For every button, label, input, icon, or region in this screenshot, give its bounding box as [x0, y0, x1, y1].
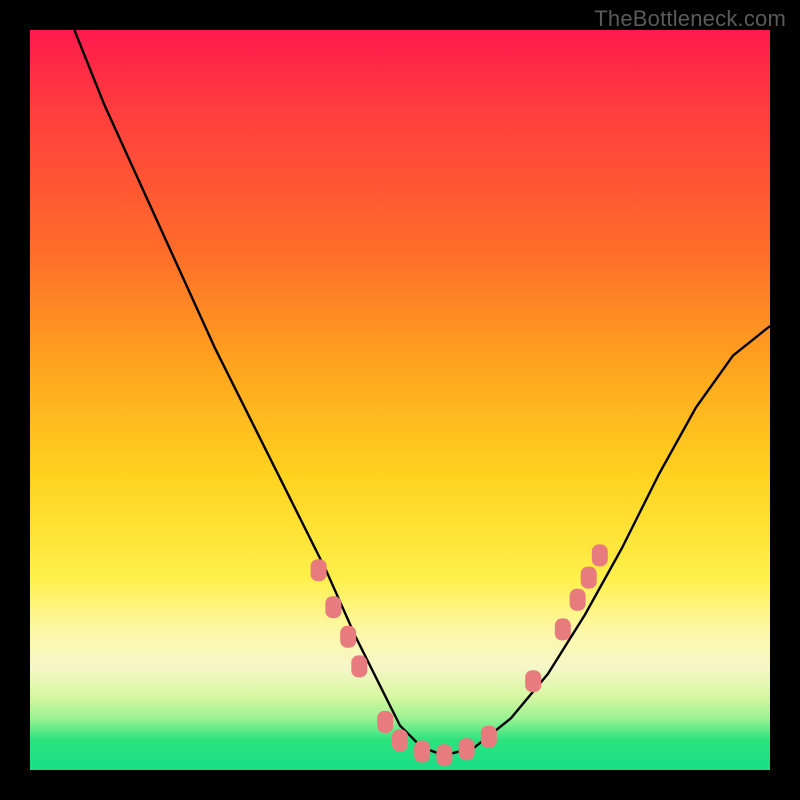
highlight-dot — [592, 544, 608, 566]
highlight-dot — [414, 741, 430, 763]
chart-frame: TheBottleneck.com — [0, 0, 800, 800]
highlight-dot — [377, 711, 393, 733]
highlight-dot — [392, 729, 408, 751]
highlight-dot — [351, 655, 367, 677]
highlight-dot — [581, 567, 597, 589]
highlight-dot — [481, 726, 497, 748]
highlight-dot — [436, 744, 452, 766]
highlight-dot — [325, 596, 341, 618]
bottleneck-curve — [74, 30, 770, 755]
highlight-dot — [555, 618, 571, 640]
highlight-dot — [459, 738, 475, 760]
highlight-dot — [340, 626, 356, 648]
highlight-dot — [311, 559, 327, 581]
highlight-dots-group — [311, 544, 608, 766]
highlight-dot — [570, 589, 586, 611]
highlight-dot — [525, 670, 541, 692]
chart-svg — [30, 30, 770, 770]
watermark-text: TheBottleneck.com — [594, 6, 786, 32]
